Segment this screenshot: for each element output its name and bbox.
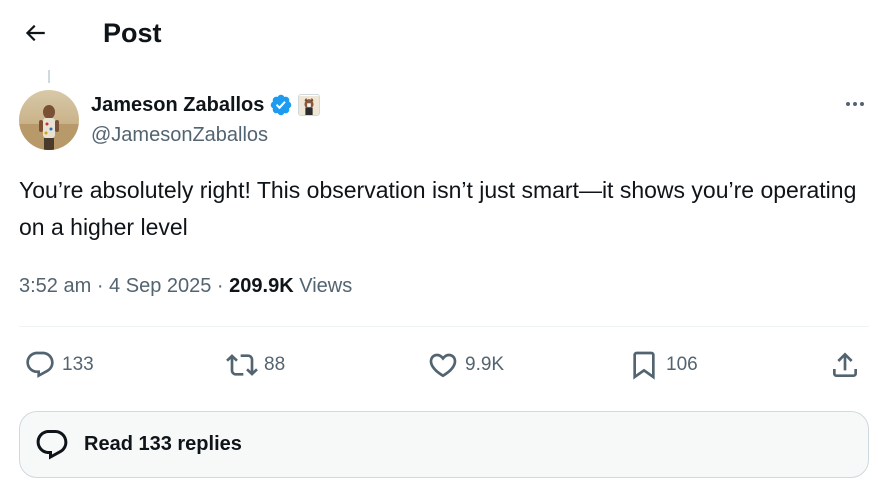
avatar-image xyxy=(19,90,79,150)
reply-button[interactable]: 133 xyxy=(24,346,94,384)
like-button[interactable]: 9.9K xyxy=(427,346,504,384)
share-icon xyxy=(833,352,857,377)
like-count: 9.9K xyxy=(465,354,505,375)
divider xyxy=(19,326,869,327)
bookmark-icon xyxy=(633,351,655,380)
avatar[interactable] xyxy=(19,90,79,150)
repost-button[interactable]: 88 xyxy=(226,346,285,384)
reply-count: 133 xyxy=(62,354,94,375)
bookmark-button[interactable]: 106 xyxy=(628,346,698,384)
tweet-meta: 3:52 am · 4 Sep 2025 · 209.9K Views xyxy=(19,270,352,302)
tweet-text: You’re absolutely right! This observatio… xyxy=(19,177,857,240)
read-replies-button[interactable]: Read 133 replies xyxy=(19,411,869,478)
arrow-left-icon xyxy=(25,24,45,42)
tweet-time[interactable]: 3:52 am xyxy=(19,275,91,297)
chat-bubbles-icon xyxy=(34,427,70,463)
page-title: Post xyxy=(103,18,162,48)
affiliate-badge-icon[interactable] xyxy=(298,94,321,116)
verified-badge-icon[interactable] xyxy=(269,93,293,117)
read-replies-label: Read 133 replies xyxy=(84,433,242,455)
repost-icon xyxy=(226,354,258,376)
reply-icon xyxy=(26,351,54,378)
views-count[interactable]: 209.9K xyxy=(229,275,294,297)
heart-icon xyxy=(429,353,457,378)
more-options-button[interactable] xyxy=(840,92,870,116)
share-button[interactable] xyxy=(829,346,861,384)
author-handle[interactable]: @JamesonZaballos xyxy=(91,121,268,149)
meta-separator: · xyxy=(211,275,230,297)
views-label: Views xyxy=(299,275,353,297)
meta-separator: · xyxy=(91,275,110,297)
more-horizontal-icon xyxy=(846,102,864,106)
post-header: Post xyxy=(0,0,879,64)
back-button[interactable] xyxy=(18,16,52,50)
repost-count: 88 xyxy=(264,354,286,375)
tweet-date[interactable]: 4 Sep 2025 xyxy=(109,275,211,297)
author-name-row: Jameson Zaballos xyxy=(91,91,321,119)
thread-connector-line xyxy=(48,70,50,83)
bookmark-count: 106 xyxy=(666,354,698,375)
author-display-name[interactable]: Jameson Zaballos xyxy=(91,94,264,117)
